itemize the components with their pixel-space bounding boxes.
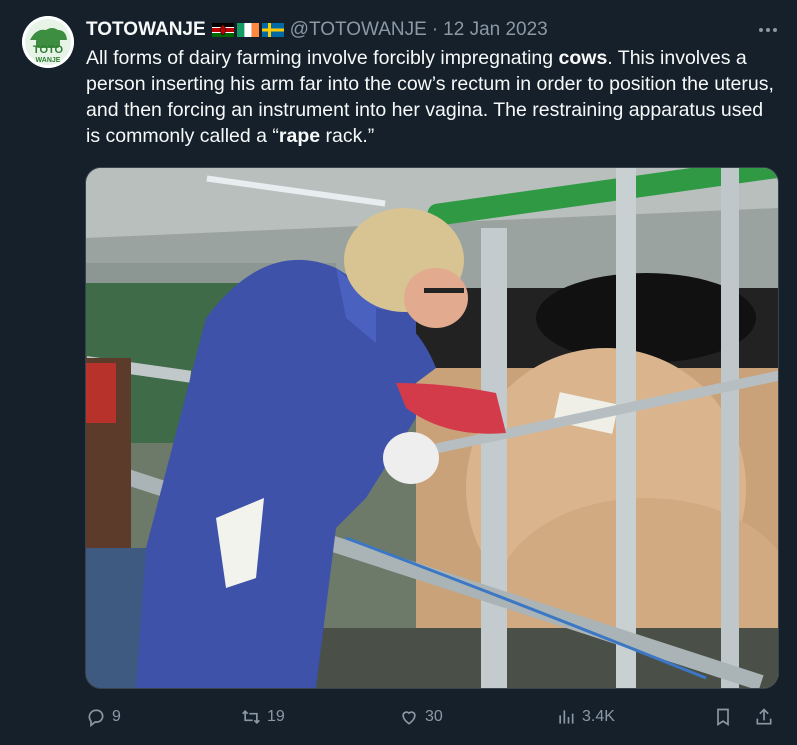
- views-button[interactable]: 3.4K: [556, 703, 615, 731]
- bookmark-button[interactable]: [713, 703, 733, 731]
- text-part: All forms of dairy farming involve forci…: [86, 47, 559, 69]
- reply-icon: [88, 709, 104, 727]
- like-button[interactable]: 30: [399, 703, 443, 731]
- avatar-logo: TOTO WANJE: [22, 16, 74, 68]
- views-icon: [559, 710, 574, 724]
- kenya-flag-icon: [211, 23, 234, 37]
- text-bold-cows: cows: [558, 47, 608, 69]
- ireland-flag-icon: [236, 23, 259, 37]
- share-icon: [756, 708, 772, 725]
- retweet-count: 19: [267, 708, 285, 725]
- tweet-actions: 9 19 30 3.4K: [86, 703, 778, 731]
- retweet-icon: [242, 709, 260, 725]
- tweet-date[interactable]: 12 Jan 2023: [443, 19, 548, 41]
- tweet-header: TOTOWANJE @TOTOWANJE · 12 Jan 2023: [86, 17, 777, 43]
- more-icon[interactable]: [747, 17, 777, 43]
- display-name[interactable]: TOTOWANJE: [86, 19, 206, 41]
- avatar[interactable]: TOTO WANJE: [22, 16, 74, 68]
- separator-dot: ·: [431, 19, 439, 40]
- tweet-photo[interactable]: [85, 167, 779, 689]
- user-handle[interactable]: @TOTOWANJE: [290, 19, 427, 41]
- text-bold-rape: rape: [278, 125, 321, 147]
- tweet-text: All forms of dairy farming involve forci…: [86, 45, 776, 149]
- bookmark-icon: [717, 708, 729, 727]
- svg-text:TOTO: TOTO: [33, 44, 64, 56]
- like-count: 30: [425, 708, 443, 725]
- reply-button[interactable]: 9: [86, 703, 121, 731]
- heart-icon: [402, 711, 416, 725]
- retweet-button[interactable]: 19: [241, 703, 285, 731]
- svg-text:WANJE: WANJE: [36, 57, 61, 64]
- text-part: rack.”: [320, 125, 375, 147]
- share-button[interactable]: [754, 703, 774, 731]
- photo-illustration: [86, 168, 778, 688]
- reply-count: 9: [112, 708, 121, 725]
- flag-emojis: [211, 23, 284, 37]
- sweden-flag-icon: [261, 23, 284, 37]
- views-count: 3.4K: [582, 708, 615, 725]
